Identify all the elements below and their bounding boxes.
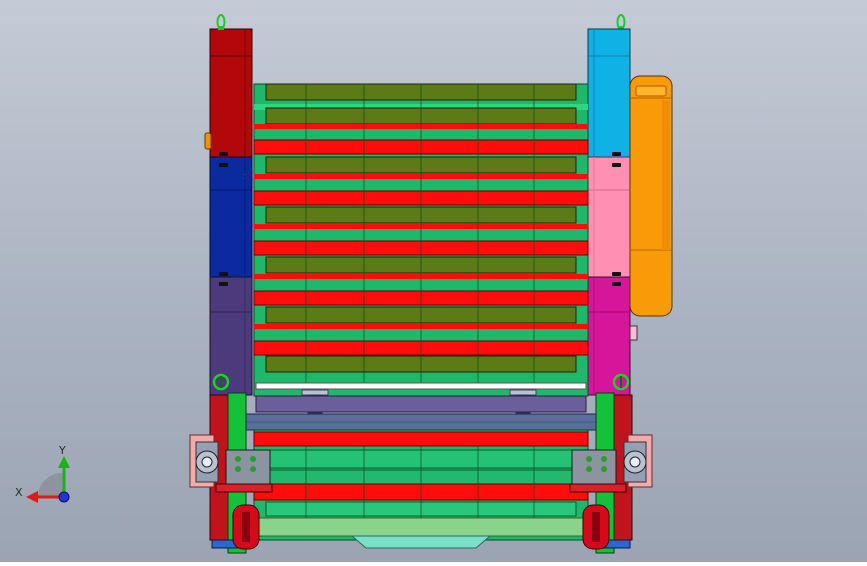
coordinate-triad: Y X [15,444,70,503]
drive-motor[interactable] [629,75,673,317]
lifting-eye-icon [616,14,626,30]
cad-viewport[interactable]: Y X [0,0,867,562]
left-middle-block[interactable] [209,156,253,278]
triad-y-label: Y [58,444,66,457]
left-upper-block[interactable] [209,28,253,158]
wheel-icon [232,504,260,550]
triad-x-label: X [15,486,23,499]
lifting-eye-icon [216,14,226,30]
left-housing[interactable] [204,28,253,396]
base-plate[interactable] [350,535,492,549]
left-knob[interactable] [204,132,212,150]
roller-bed[interactable] [253,83,589,397]
wheel-icon [582,504,610,550]
right-small-box[interactable] [629,325,638,341]
conveyor-model[interactable]: Y X [0,0,867,562]
